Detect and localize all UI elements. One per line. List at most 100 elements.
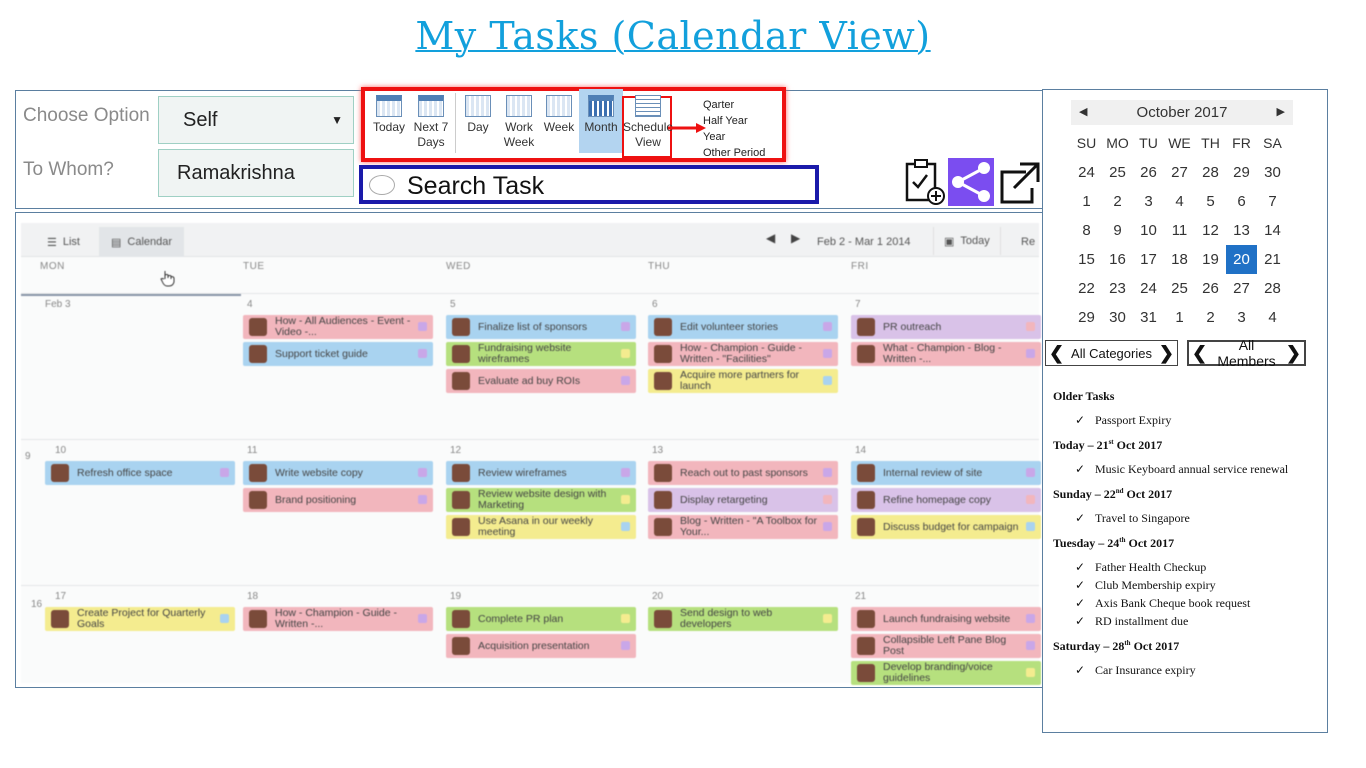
calendar-task[interactable]: Refine homepage copy [851, 488, 1041, 512]
mini-calendar-day[interactable]: 27 [1164, 158, 1195, 187]
view-month-button[interactable]: Month [581, 95, 621, 135]
calendar-task[interactable]: Develop branding/voice guidelines [851, 661, 1041, 685]
view-week-button[interactable]: Week [542, 95, 576, 135]
expand-icon[interactable] [996, 158, 1042, 206]
mini-calendar-day[interactable]: 8 [1071, 216, 1102, 245]
choose-option-select[interactable]: Self ▼ [158, 96, 354, 144]
mini-calendar-day[interactable]: 29 [1226, 158, 1257, 187]
calendar-task[interactable]: How - Champion - Guide - Written -... [243, 607, 433, 631]
period-other[interactable]: Other Period [703, 145, 765, 161]
task-list-item[interactable]: Axis Bank Cheque book request [1053, 596, 1329, 611]
clipboard-add-icon[interactable] [903, 158, 949, 206]
mini-calendar-day[interactable]: 28 [1257, 274, 1288, 303]
mini-calendar-day[interactable]: 4 [1164, 187, 1195, 216]
today-button[interactable]: ▣ Today [933, 227, 1001, 255]
prev-month-button[interactable]: ◀ [766, 231, 775, 245]
calendar-task[interactable]: Complete PR plan [446, 607, 636, 631]
calendar-task[interactable]: Create Project for Quarterly Goals [45, 607, 235, 631]
task-list-item[interactable]: Passport Expiry [1053, 413, 1329, 428]
calendar-task[interactable]: Use Asana in our weekly meeting [446, 515, 636, 539]
calendar-task[interactable]: Acquire more partners for launch [648, 369, 838, 393]
mini-calendar-day[interactable]: 24 [1133, 274, 1164, 303]
mini-calendar-day[interactable]: 9 [1102, 216, 1133, 245]
calendar-task[interactable]: Write website copy [243, 461, 433, 485]
mini-calendar-day[interactable]: 14 [1257, 216, 1288, 245]
mini-calendar-day[interactable]: 15 [1071, 245, 1102, 274]
calendar-task[interactable]: Edit volunteer stories [648, 315, 838, 339]
mini-calendar-day[interactable]: 26 [1195, 274, 1226, 303]
calendar-task[interactable]: Collapsible Left Pane Blog Post [851, 634, 1041, 658]
tab-list[interactable]: ☰ List [35, 227, 92, 257]
task-list-item[interactable]: RD installment due [1053, 614, 1329, 629]
mini-next-icon[interactable]: ▶ [1277, 100, 1285, 125]
mini-calendar-day[interactable]: 7 [1257, 187, 1288, 216]
view-today-button[interactable]: Today [371, 95, 407, 135]
calendar-task[interactable]: What - Champion - Blog - Written -... [851, 342, 1041, 366]
mini-calendar-day[interactable]: 1 [1164, 303, 1195, 332]
mini-calendar-day[interactable]: 4 [1257, 303, 1288, 332]
mini-calendar-day[interactable]: 20 [1226, 245, 1257, 274]
mini-calendar-day[interactable]: 5 [1195, 187, 1226, 216]
mini-calendar-day[interactable]: 24 [1071, 158, 1102, 187]
calendar-task[interactable]: Reach out to past sponsors [648, 461, 838, 485]
mini-calendar-day[interactable]: 19 [1195, 245, 1226, 274]
calendar-task[interactable]: Discuss budget for campaign [851, 515, 1041, 539]
mini-calendar-day[interactable]: 30 [1102, 303, 1133, 332]
mini-prev-icon[interactable]: ◀ [1079, 100, 1087, 125]
calendar-task[interactable]: PR outreach [851, 315, 1041, 339]
tab-calendar[interactable]: ▤ Calendar [99, 227, 185, 257]
task-list-item[interactable]: Father Health Checkup [1053, 560, 1329, 575]
mini-calendar-day[interactable]: 2 [1195, 303, 1226, 332]
mini-calendar-day[interactable]: 17 [1133, 245, 1164, 274]
mini-calendar-day[interactable]: 3 [1133, 187, 1164, 216]
task-list-item[interactable]: Club Membership expiry [1053, 578, 1329, 593]
calendar-task[interactable]: Refresh office space [45, 461, 235, 485]
calendar-task[interactable]: Launch fundraising website [851, 607, 1041, 631]
calendar-task[interactable]: Send design to web developers [648, 607, 838, 631]
calendar-task[interactable]: Evaluate ad buy ROIs [446, 369, 636, 393]
mini-calendar-day[interactable]: 31 [1133, 303, 1164, 332]
search-input[interactable] [407, 171, 807, 201]
mini-calendar-day[interactable]: 18 [1164, 245, 1195, 274]
share-icon[interactable] [948, 158, 994, 206]
task-list-item[interactable]: Travel to Singapore [1053, 511, 1329, 526]
calendar-task[interactable]: Fundraising website wireframes [446, 342, 636, 366]
mini-calendar-day[interactable]: 1 [1071, 187, 1102, 216]
period-quarter[interactable]: Qarter [703, 97, 765, 113]
mini-calendar-day[interactable]: 21 [1257, 245, 1288, 274]
mini-calendar-day[interactable]: 6 [1226, 187, 1257, 216]
to-whom-field[interactable]: Ramakrishna [158, 149, 354, 197]
calendar-task[interactable]: Support ticket guide [243, 342, 433, 366]
mini-calendar-day[interactable]: 16 [1102, 245, 1133, 274]
mini-calendar-day[interactable]: 12 [1195, 216, 1226, 245]
period-year[interactable]: Year [703, 129, 765, 145]
view-next7-button[interactable]: Next 7 Days [411, 95, 451, 150]
period-half-year[interactable]: Half Year [703, 113, 765, 129]
mini-calendar-day[interactable]: 23 [1102, 274, 1133, 303]
next-month-button[interactable]: ▶ [791, 231, 800, 245]
view-day-button[interactable]: Day [463, 95, 493, 135]
calendar-task[interactable]: Internal review of site [851, 461, 1041, 485]
mini-calendar-day[interactable]: 28 [1195, 158, 1226, 187]
view-schedule-button[interactable]: Schedule View [623, 95, 673, 150]
mini-calendar-day[interactable]: 26 [1133, 158, 1164, 187]
calendar-task[interactable]: Review wireframes [446, 461, 636, 485]
mini-calendar-day[interactable]: 11 [1164, 216, 1195, 245]
mini-calendar-day[interactable]: 22 [1071, 274, 1102, 303]
mini-calendar-day[interactable]: 27 [1226, 274, 1257, 303]
mini-calendar-day[interactable]: 10 [1133, 216, 1164, 245]
calendar-task[interactable]: Display retargeting [648, 488, 838, 512]
calendar-task[interactable]: Review website design with Marketing [446, 488, 636, 512]
mini-calendar-day[interactable]: 3 [1226, 303, 1257, 332]
mini-calendar-day[interactable]: 2 [1102, 187, 1133, 216]
calendar-task[interactable]: How - All Audiences - Event - Video -... [243, 315, 433, 339]
view-workweek-button[interactable]: Work Week [501, 95, 537, 150]
mini-calendar-day[interactable]: 25 [1164, 274, 1195, 303]
mini-calendar-day[interactable]: 30 [1257, 158, 1288, 187]
mini-calendar-day[interactable]: 25 [1102, 158, 1133, 187]
calendar-task[interactable]: Blog - Written - "A Toolbox for Your... [648, 515, 838, 539]
calendar-task[interactable]: Brand positioning [243, 488, 433, 512]
task-list-item[interactable]: Music Keyboard annual service renewal [1053, 462, 1329, 477]
all-categories-filter[interactable]: ❮ All Categories ❯ [1045, 340, 1178, 366]
calendar-task[interactable]: How - Champion - Guide - Written - "Faci… [648, 342, 838, 366]
